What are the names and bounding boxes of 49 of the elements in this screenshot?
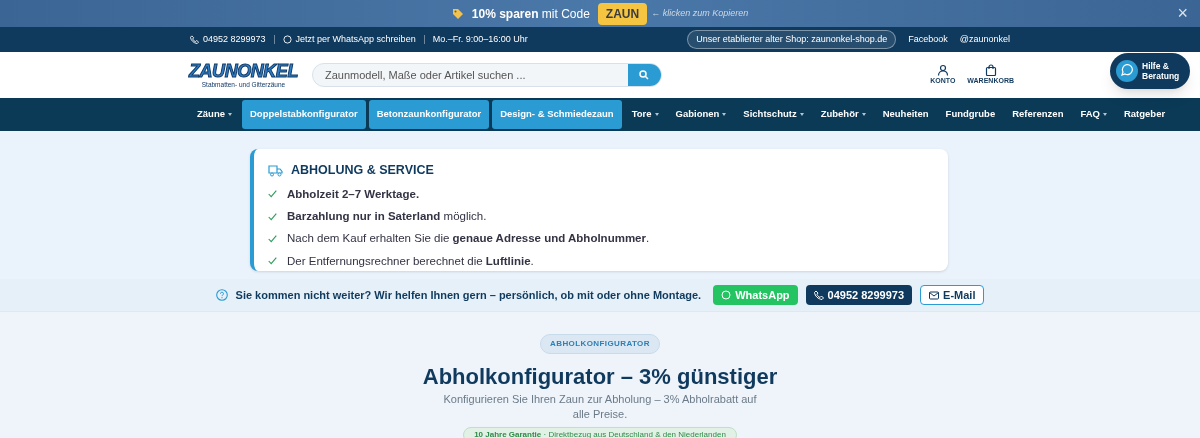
- opening-hours: Mo.–Fr. 9:00–16:00 Uhr: [432, 32, 528, 46]
- old-shop-link[interactable]: Unser etablierter alter Shop: zaunonkel-shop.de: [687, 29, 897, 50]
- search-icon: [639, 70, 650, 80]
- service-title: ABHOLUNG & SERVICE: [291, 162, 434, 179]
- nav-link[interactable]: Zäune: [190, 100, 239, 129]
- facebook-link[interactable]: Facebook: [908, 32, 948, 47]
- person-icon: [936, 63, 949, 76]
- hero-subtitle: Konfigurieren Sie Ihren Zaun zur Abholung – 3% Abholrabatt auf alle Preise.: [442, 392, 758, 422]
- check-icon: [268, 257, 277, 266]
- search-button[interactable]: [627, 64, 661, 86]
- service-point: Der Entfernungsrechner berechnet die Luftlinie.: [287, 253, 534, 269]
- question-icon: [215, 289, 228, 301]
- nav-link[interactable]: Zubehör: [813, 100, 873, 129]
- check-icon: [268, 190, 277, 199]
- service-point: Nach dem Kauf erhalten Sie die genaue Adresse und Abholnummer.: [287, 231, 650, 247]
- check-icon: [268, 212, 277, 221]
- nav-link[interactable]: FAQ: [1073, 100, 1114, 129]
- promo-text: 10% sparen mit Code: [471, 5, 590, 23]
- envelope-icon: [929, 290, 940, 300]
- phone-button[interactable]: 04952 8299973: [805, 285, 913, 305]
- search-input[interactable]: Zaunmodell, Maße oder Artikel suchen ...: [312, 66, 628, 84]
- nav-link[interactable]: Ratgeber: [1116, 100, 1173, 129]
- nav-link[interactable]: Sichtschutz: [736, 100, 811, 129]
- nav-link[interactable]: Gabionen: [668, 100, 734, 129]
- close-button[interactable]: ×: [1177, 3, 1188, 23]
- guarantee-badge: 10 Jahre Garantie · Direktbezug aus Deutschland & den Niederlanden: [463, 427, 737, 438]
- section-badge: ABHOLKONFIGURATOR: [540, 334, 660, 354]
- help-text: Sie kommen nicht weiter? Wir helfen Ihnen gern – persönlich, ob mit oder ohne Montage.: [235, 287, 702, 303]
- help-button[interactable]: Hilfe & Beratung: [1110, 53, 1190, 89]
- email-button[interactable]: E-Mail: [920, 285, 985, 305]
- phone-number[interactable]: 04952 8299973: [203, 32, 266, 47]
- nav-link[interactable]: Neuheiten: [875, 100, 936, 129]
- nav-link[interactable]: Referenzen: [1005, 100, 1071, 129]
- service-point: Barzahlung nur in Saterland möglich.: [287, 209, 487, 224]
- service-point: Abholzeit 2–7 Werktage.: [287, 186, 420, 202]
- nav-link[interactable]: Tore: [624, 100, 666, 129]
- instagram-link[interactable]: @zaunonkel: [959, 32, 1010, 47]
- promo-code-button[interactable]: ZAUN: [597, 2, 648, 25]
- whatsapp-link[interactable]: Jetzt per WhatsApp schreiben: [295, 32, 416, 47]
- search-field[interactable]: Zaunmodell, Maße oder Artikel suchen ...: [311, 63, 662, 87]
- tag-icon: [451, 7, 464, 20]
- truck-icon: [268, 163, 283, 177]
- phone-icon: [190, 35, 199, 44]
- phone-icon: [813, 290, 824, 300]
- nav-link[interactable]: Fundgrube: [938, 100, 1003, 129]
- check-icon: [268, 234, 277, 243]
- hero-title: Abholkonfigurator – 3% günstiger: [422, 363, 778, 391]
- copy-hint: ← klicken zum Kopieren: [651, 6, 749, 20]
- bag-icon: [984, 63, 997, 76]
